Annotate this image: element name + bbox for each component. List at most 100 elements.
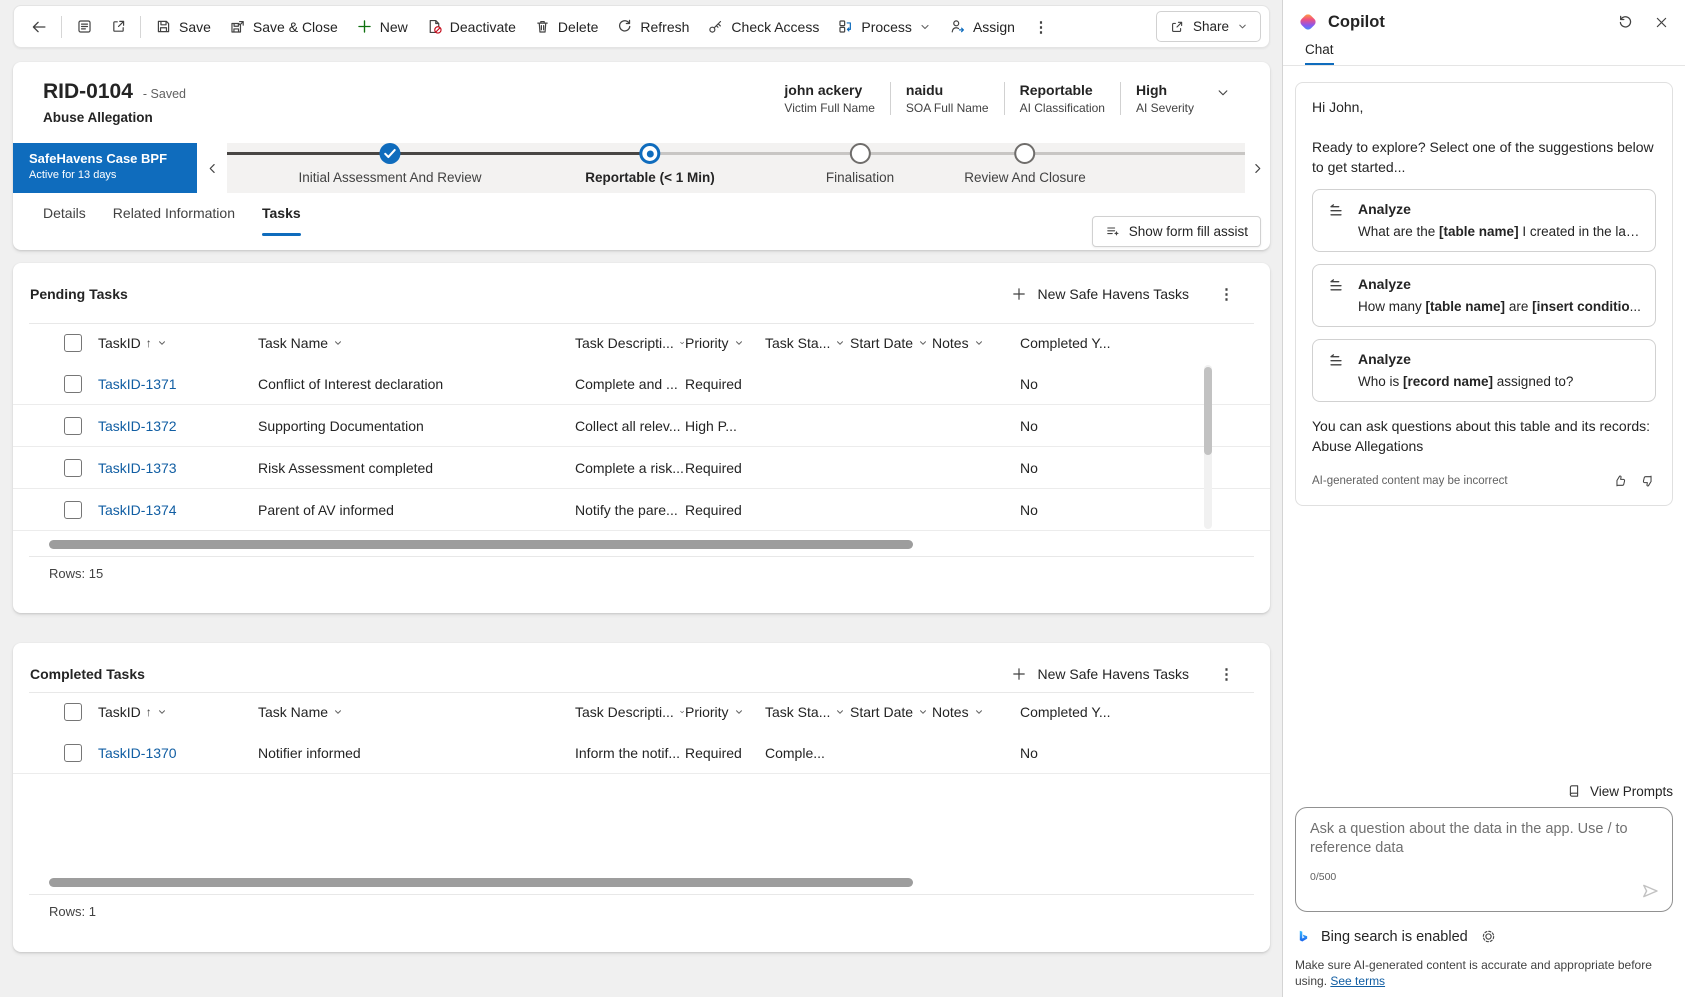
plus-icon (1011, 666, 1027, 682)
column-header-completed[interactable]: Completed Y... (1020, 335, 1140, 351)
chevron-down-icon (919, 21, 931, 33)
deactivate-button[interactable]: Deactivate (417, 10, 525, 43)
select-row-checkbox[interactable] (64, 744, 82, 762)
assign-button[interactable]: Assign (940, 10, 1024, 43)
grid-more-commands-button[interactable]: ⋮ (1219, 285, 1234, 304)
open-in-new-window-button[interactable] (101, 10, 135, 43)
column-header-taskid[interactable]: TaskID ↑ (98, 704, 258, 720)
task-id-link[interactable]: TaskID-1372 (98, 418, 258, 434)
column-header-start-date[interactable]: Start Date (850, 335, 932, 351)
table-row[interactable]: TaskID-1373 Risk Assessment completed Co… (13, 447, 1270, 489)
save-and-close-button[interactable]: Save & Close (220, 10, 347, 43)
completed-tasks-section: Completed Tasks New Safe Havens Tasks ⋮ … (13, 643, 1270, 952)
table-row[interactable]: TaskID-1374 Parent of AV informed Notify… (13, 489, 1270, 531)
select-row-checkbox[interactable] (64, 375, 82, 393)
column-label: Task Descripti... (575, 704, 674, 720)
task-id-link[interactable]: TaskID-1374 (98, 502, 258, 518)
chevron-down-icon (974, 338, 984, 348)
new-safe-havens-task-button[interactable]: New Safe Havens Tasks (1011, 286, 1189, 302)
completed-cell: No (1020, 502, 1140, 518)
column-label: Task Sta... (765, 704, 830, 720)
select-row-checkbox[interactable] (64, 417, 82, 435)
delete-button[interactable]: Delete (525, 10, 607, 43)
column-header-task-status[interactable]: Task Sta... (765, 335, 850, 351)
see-terms-link[interactable]: See terms (1330, 974, 1385, 988)
table-row[interactable]: TaskID-1371 Conflict of Interest declara… (13, 363, 1270, 405)
pending-table-rows: TaskID-1371 Conflict of Interest declara… (13, 363, 1270, 531)
bpf-stage-finalisation[interactable]: Finalisation (826, 143, 894, 185)
new-button[interactable]: New (347, 10, 417, 43)
show-form-fill-assist-button[interactable]: Show form fill assist (1092, 216, 1261, 247)
select-all-checkbox[interactable] (64, 703, 82, 721)
column-header-task-status[interactable]: Task Sta... (765, 704, 850, 720)
column-header-taskid[interactable]: TaskID ↑ (98, 335, 258, 351)
more-commands-button[interactable]: ⋮ (1024, 10, 1058, 43)
vertical-scrollbar[interactable] (1204, 365, 1212, 529)
column-header-task-description[interactable]: Task Descripti... (575, 335, 685, 351)
bpf-scroll-right-button[interactable] (1245, 143, 1270, 193)
column-header-notes[interactable]: Notes (932, 335, 1020, 351)
table-row[interactable]: TaskID-1372 Supporting Documentation Col… (13, 405, 1270, 447)
tab-details[interactable]: Details (43, 205, 86, 227)
column-header-completed[interactable]: Completed Y... (1020, 704, 1140, 720)
bpf-scroll-left-button[interactable] (197, 143, 227, 193)
copilot-question-input[interactable] (1310, 820, 1658, 862)
stage-upcoming-circle (849, 143, 870, 164)
send-button[interactable] (1640, 881, 1660, 901)
view-prompts-button[interactable]: View Prompts (1295, 783, 1673, 799)
bpf-name-chip[interactable]: SafeHavens Case BPF Active for 13 days (13, 143, 197, 193)
select-row-checkbox[interactable] (64, 459, 82, 477)
save-button[interactable]: Save (146, 10, 220, 43)
tab-tasks[interactable]: Tasks (262, 205, 301, 227)
thumbs-up-icon[interactable] (1612, 473, 1628, 489)
form-switcher-button[interactable] (67, 10, 101, 43)
restart-conversation-icon[interactable] (1617, 14, 1634, 31)
vertical-scrollbar-thumb[interactable] (1204, 367, 1212, 455)
completed-table-header: TaskID ↑ Task Name Task Descripti... Pri… (13, 692, 1270, 732)
form-fill-assist-label: Show form fill assist (1129, 224, 1248, 239)
column-header-task-name[interactable]: Task Name (258, 704, 575, 720)
column-header-priority[interactable]: Priority (685, 704, 765, 720)
suggestion-card[interactable]: Analyze Who is [record name] assigned to… (1312, 339, 1656, 402)
suggestion-card[interactable]: Analyze How many [table name] are [inser… (1312, 264, 1656, 327)
ai-disclaimer: AI-generated content may be incorrect (1312, 471, 1508, 491)
bpf-stage-initial-assessment[interactable]: Initial Assessment And Review (298, 143, 481, 185)
select-row-checkbox[interactable] (64, 501, 82, 519)
priority-cell: Required (685, 745, 765, 761)
table-row[interactable]: TaskID-1370 Notifier informed Inform the… (13, 732, 1270, 774)
bpf-stage-review-and-closure[interactable]: Review And Closure (964, 143, 1086, 185)
process-button[interactable]: Process (828, 10, 940, 43)
horizontal-scrollbar-thumb[interactable] (49, 878, 913, 887)
refresh-button[interactable]: Refresh (607, 10, 698, 43)
horizontal-scrollbar-thumb[interactable] (49, 540, 913, 549)
bpf-name: SafeHavens Case BPF (29, 151, 197, 166)
header-expand-button[interactable] (1216, 86, 1230, 100)
column-header-start-date[interactable]: Start Date (850, 704, 932, 720)
copilot-title: Copilot (1328, 13, 1385, 32)
tab-related-information[interactable]: Related Information (113, 205, 235, 227)
new-safe-havens-task-button[interactable]: New Safe Havens Tasks (1011, 666, 1189, 682)
suggestion-card[interactable]: Analyze What are the [table name] I crea… (1312, 189, 1656, 252)
column-header-task-name[interactable]: Task Name (258, 335, 575, 351)
select-all-checkbox[interactable] (64, 334, 82, 352)
task-id-link[interactable]: TaskID-1371 (98, 376, 258, 392)
column-header-task-description[interactable]: Task Descripti... (575, 704, 685, 720)
task-id-link[interactable]: TaskID-1370 (98, 745, 258, 761)
bpf-stage-reportable[interactable]: Reportable (< 1 Min) (585, 143, 714, 185)
tab-chat[interactable]: Chat (1305, 42, 1334, 65)
back-button[interactable] (22, 10, 56, 43)
stage-label: Review And Closure (964, 170, 1086, 185)
close-icon[interactable] (1654, 15, 1669, 30)
column-header-notes[interactable]: Notes (932, 704, 1020, 720)
sort-asc-icon: ↑ (146, 336, 152, 350)
task-id-link[interactable]: TaskID-1373 (98, 460, 258, 476)
thumbs-down-icon[interactable] (1640, 473, 1656, 489)
share-button[interactable]: Share (1156, 11, 1261, 42)
gear-icon[interactable] (1480, 928, 1497, 945)
suggestion-prompt-icon (1327, 352, 1345, 370)
check-access-button[interactable]: Check Access (698, 10, 828, 43)
more-icon: ⋮ (1219, 666, 1234, 683)
column-header-priority[interactable]: Priority (685, 335, 765, 351)
grid-more-commands-button[interactable]: ⋮ (1219, 665, 1234, 684)
completed-cell: No (1020, 460, 1140, 476)
